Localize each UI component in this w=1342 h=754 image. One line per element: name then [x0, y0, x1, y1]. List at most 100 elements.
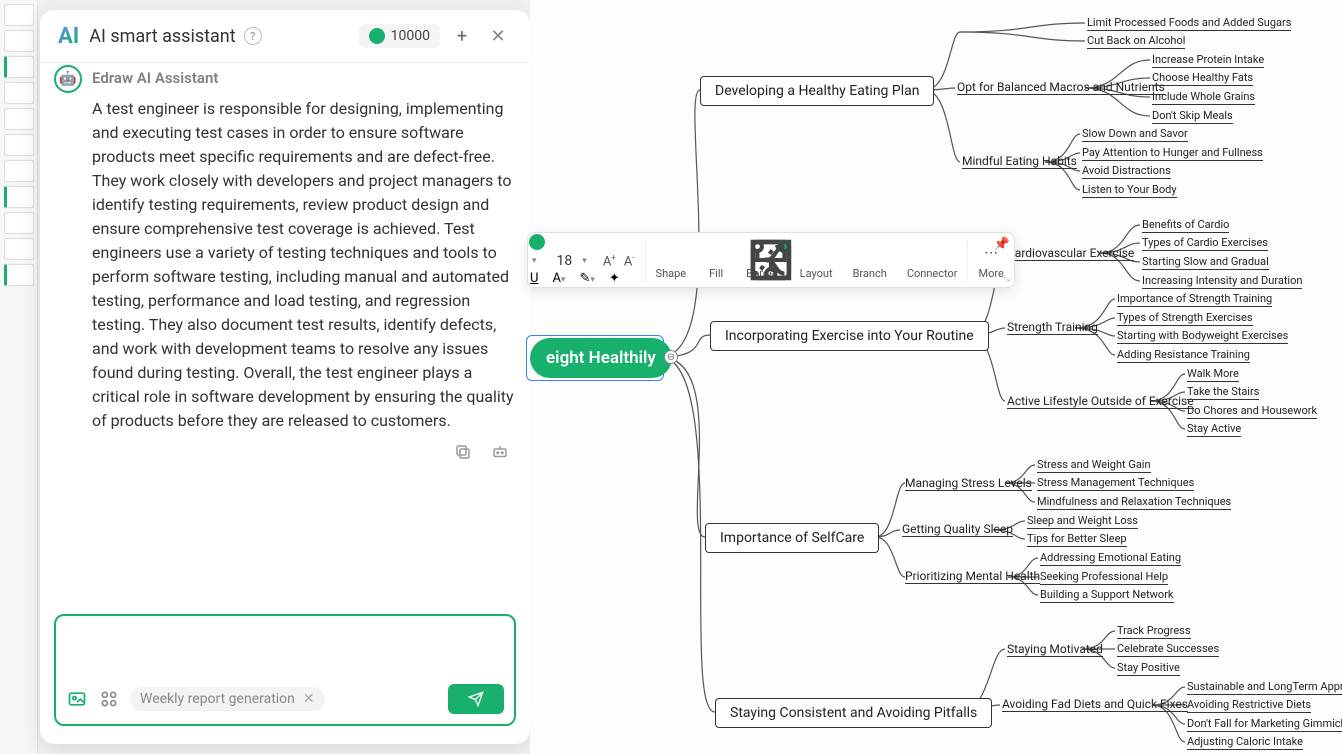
robot-icon[interactable]	[490, 443, 510, 466]
leaf-node[interactable]: Do Chores and Housework	[1187, 404, 1317, 419]
sub-node[interactable]: Prioritizing Mental Health	[905, 569, 1040, 584]
leaf-node[interactable]: Limit Processed Foods and Added Sugars	[1087, 16, 1291, 31]
leaf-node[interactable]: Slow Down and Savor	[1082, 127, 1188, 142]
input-area: Weekly report generation ✕	[40, 602, 530, 744]
leaf-node[interactable]: Don't Skip Meals	[1152, 109, 1233, 124]
leaf-node[interactable]: Types of Strength Exercises	[1117, 311, 1253, 326]
leaf-node[interactable]: Track Progress	[1117, 624, 1191, 639]
thumbnail-strip[interactable]	[0, 0, 38, 754]
thumb[interactable]	[4, 134, 34, 156]
sub-node[interactable]: Active Lifestyle Outside of Exercise	[1007, 394, 1194, 409]
assistant-message: 🤖 Edraw AI Assistant A test engineer is …	[54, 69, 516, 466]
leaf-node[interactable]: Increase Protein Intake	[1152, 53, 1264, 68]
leaf-node[interactable]: Pay Attention to Hunger and Fullness	[1082, 146, 1263, 161]
leaf-node[interactable]: Sustainable and LongTerm Approaches	[1187, 680, 1342, 695]
connector-button[interactable]: Connector	[897, 233, 968, 289]
leaf-node[interactable]: Increasing Intensity and Duration	[1142, 274, 1302, 289]
leaf-node[interactable]: Include Whole Grains	[1152, 90, 1255, 105]
thumb[interactable]	[4, 30, 34, 52]
leaf-node[interactable]: Benefits of Cardio	[1142, 218, 1229, 233]
leaf-node[interactable]: Adding Resistance Training	[1117, 348, 1250, 363]
ai-assistant-panel: AI AI smart assistant ? 10000 + ✕ 🤖 Edra…	[40, 10, 530, 744]
sub-node[interactable]: Managing Stress Levels	[905, 476, 1032, 491]
chip-remove-icon[interactable]: ✕	[303, 691, 315, 707]
leaf-node[interactable]: Listen to Your Body	[1082, 183, 1177, 198]
chat-body: 🤖 Edraw AI Assistant A test engineer is …	[40, 63, 530, 602]
sender-name: Edraw AI Assistant	[92, 69, 516, 87]
leaf-node[interactable]: Take the Stairs	[1187, 385, 1259, 400]
thumb[interactable]	[4, 82, 34, 104]
leaf-node[interactable]: Stress Management Techniques	[1037, 476, 1194, 491]
chip-label: Weekly report generation	[140, 691, 295, 707]
leaf-node[interactable]: Avoiding Restrictive Diets	[1187, 698, 1311, 713]
leaf-node[interactable]: Stress and Weight Gain	[1037, 458, 1151, 473]
sub-node[interactable]: Cardiovascular Exercise	[1007, 246, 1134, 261]
sub-node[interactable]: Opt for Balanced Macros and Nutrients	[957, 80, 1165, 95]
pin-icon[interactable]: 📌	[994, 237, 1010, 252]
ai-header: AI AI smart assistant ? 10000 + ✕	[40, 10, 530, 63]
leaf-node[interactable]: Tips for Better Sleep	[1027, 532, 1127, 547]
underline-button[interactable]: U	[530, 271, 538, 286]
ai-logo-icon: AI	[58, 24, 79, 49]
prompt-chip[interactable]: Weekly report generation ✕	[130, 687, 325, 711]
leaf-node[interactable]: Choose Healthy Fats	[1152, 71, 1253, 86]
thumb[interactable]	[4, 186, 34, 208]
leaf-node[interactable]: Stay Active	[1187, 422, 1241, 437]
leaf-node[interactable]: Importance of Strength Training	[1117, 292, 1272, 307]
topic-node[interactable]: Developing a Healthy Eating Plan	[700, 76, 934, 106]
credits-value: 10000	[391, 28, 430, 44]
message-text: A test engineer is responsible for desig…	[92, 97, 516, 433]
sub-node[interactable]: Mindful Eating Habits	[962, 154, 1077, 169]
connector-icon	[922, 243, 942, 263]
leaf-node[interactable]: Starting with Bodyweight Exercises	[1117, 329, 1288, 344]
leaf-node[interactable]: Cut Back on Alcohol	[1087, 34, 1185, 49]
sub-node[interactable]: Strength Training	[1007, 320, 1098, 335]
leaf-node[interactable]: Celebrate Successes	[1117, 642, 1219, 657]
leaf-node[interactable]: Mindfulness and Relaxation Techniques	[1037, 495, 1231, 510]
leaf-node[interactable]: Walk More	[1187, 367, 1239, 382]
topic-node[interactable]: Incorporating Exercise into Your Routine	[710, 321, 989, 351]
credits-icon	[369, 28, 385, 44]
sub-node[interactable]: Avoiding Fad Diets and Quick Fixes	[1002, 697, 1188, 712]
send-button[interactable]	[448, 684, 504, 714]
thumb[interactable]	[4, 4, 34, 26]
leaf-node[interactable]: Starting Slow and Gradual	[1142, 255, 1269, 270]
sub-node[interactable]: Staying Motivated	[1007, 642, 1103, 657]
font-color-button[interactable]: A▾	[552, 271, 565, 286]
leaf-node[interactable]: Don't Fall for Marketing Gimmicks	[1187, 717, 1342, 732]
topic-node[interactable]: Staying Consistent and Avoiding Pitfalls	[715, 698, 992, 728]
sub-node[interactable]: Getting Quality Sleep	[902, 522, 1013, 537]
thumb[interactable]	[4, 238, 34, 260]
panel-title: AI smart assistant	[89, 26, 235, 47]
resize-handle-icon[interactable]: ⤡	[1000, 270, 1010, 285]
leaf-node[interactable]: Types of Cardio Exercises	[1142, 236, 1268, 251]
leaf-node[interactable]: Adjusting Caloric Intake	[1187, 735, 1303, 750]
leaf-node[interactable]: Seeking Professional Help	[1040, 570, 1168, 585]
thumb[interactable]	[4, 264, 34, 286]
leaf-node[interactable]: Building a Support Network	[1040, 588, 1174, 603]
close-icon[interactable]: ✕	[484, 22, 512, 50]
message-input[interactable]: Weekly report generation ✕	[54, 614, 516, 726]
collapse-handle-icon[interactable]: ⊖	[664, 350, 678, 364]
help-icon[interactable]: ?	[244, 27, 262, 45]
central-topic[interactable]: eight Healthily	[530, 338, 672, 378]
image-icon[interactable]	[66, 688, 88, 710]
leaf-node[interactable]: Sleep and Weight Loss	[1027, 514, 1138, 529]
thumb[interactable]	[4, 160, 34, 182]
highlight-button[interactable]: ✎▾	[579, 271, 594, 286]
leaf-node[interactable]: Addressing Emotional Eating	[1040, 551, 1181, 566]
credits-badge[interactable]: 10000	[359, 24, 440, 48]
thumb[interactable]	[4, 212, 34, 234]
clear-format-button[interactable]: ✦	[609, 271, 620, 286]
assistant-avatar-icon: 🤖	[54, 65, 82, 93]
mindmap-canvas[interactable]: eight Healthily ⊖ Developing a Healthy E…	[530, 0, 1342, 754]
thumb[interactable]	[4, 108, 34, 130]
thumb[interactable]	[4, 56, 34, 78]
leaf-node[interactable]: Avoid Distractions	[1082, 164, 1171, 179]
leaf-node[interactable]: Stay Positive	[1117, 661, 1180, 676]
settings-icon[interactable]	[98, 688, 120, 710]
topic-node[interactable]: Importance of SelfCare	[705, 523, 879, 553]
toolbar-row-2: U A▾ ✎▾ ✦	[530, 271, 620, 286]
add-button[interactable]: +	[448, 22, 476, 50]
copy-icon[interactable]	[454, 443, 472, 466]
